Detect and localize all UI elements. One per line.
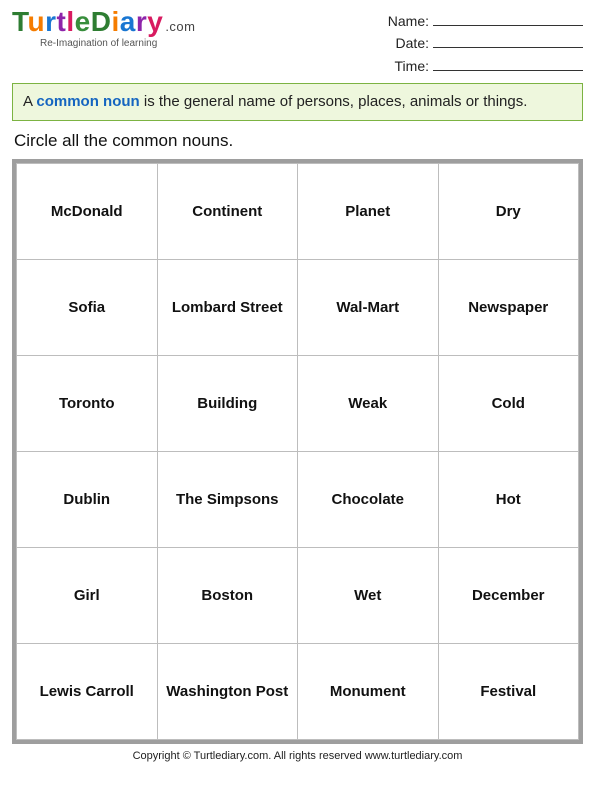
grid-cell[interactable]: Wal-Mart: [298, 260, 439, 356]
logo-block: TurtleDiary.com Re-Imagination of learni…: [12, 8, 388, 49]
definition-rest: is the general name of persons, places, …: [140, 93, 528, 110]
grid-row: Toronto Building Weak Cold: [17, 356, 579, 452]
name-field: Name:: [388, 10, 583, 32]
grid-cell[interactable]: Cold: [438, 356, 579, 452]
grid-cell[interactable]: Newspaper: [438, 260, 579, 356]
grid-row: Dublin The Simpsons Chocolate Hot: [17, 452, 579, 548]
name-label: Name:: [388, 13, 429, 29]
time-field: Time:: [388, 55, 583, 77]
grid-row: McDonald Continent Planet Dry: [17, 164, 579, 260]
grid-cell[interactable]: Hot: [438, 452, 579, 548]
grid-cell[interactable]: Chocolate: [298, 452, 439, 548]
definition-keyword: common noun: [36, 93, 139, 110]
grid-cell[interactable]: December: [438, 548, 579, 644]
word-grid: McDonald Continent Planet Dry Sofia Lomb…: [16, 163, 579, 740]
grid-cell[interactable]: McDonald: [17, 164, 158, 260]
time-label: Time:: [395, 58, 429, 74]
footer: Copyright © Turtlediary.com. All rights …: [12, 750, 583, 762]
grid-cell[interactable]: Building: [157, 356, 298, 452]
grid-cell[interactable]: Weak: [298, 356, 439, 452]
grid-cell[interactable]: Festival: [438, 644, 579, 740]
grid-cell[interactable]: Toronto: [17, 356, 158, 452]
meta-fields: Name: Date: Time:: [388, 8, 583, 77]
grid-cell[interactable]: Continent: [157, 164, 298, 260]
grid-cell[interactable]: Planet: [298, 164, 439, 260]
grid-cell[interactable]: Washington Post: [157, 644, 298, 740]
logo-suffix: .com: [165, 19, 195, 34]
grid-row: Lewis Carroll Washington Post Monument F…: [17, 644, 579, 740]
word-grid-container: McDonald Continent Planet Dry Sofia Lomb…: [12, 159, 583, 744]
grid-cell[interactable]: Dry: [438, 164, 579, 260]
instruction: Circle all the common nouns.: [14, 131, 581, 151]
grid-cell[interactable]: Monument: [298, 644, 439, 740]
definition-prefix: A: [23, 93, 36, 110]
grid-cell[interactable]: The Simpsons: [157, 452, 298, 548]
grid-row: Girl Boston Wet December: [17, 548, 579, 644]
logo-tagline: Re-Imagination of learning: [40, 38, 388, 49]
definition-box: A common noun is the general name of per…: [12, 83, 583, 121]
name-blank[interactable]: [433, 14, 583, 26]
grid-cell[interactable]: Dublin: [17, 452, 158, 548]
grid-cell[interactable]: Girl: [17, 548, 158, 644]
grid-cell[interactable]: Boston: [157, 548, 298, 644]
date-blank[interactable]: [433, 36, 583, 48]
grid-cell[interactable]: Wet: [298, 548, 439, 644]
grid-row: Sofia Lombard Street Wal-Mart Newspaper: [17, 260, 579, 356]
grid-cell[interactable]: Lombard Street: [157, 260, 298, 356]
header: TurtleDiary.com Re-Imagination of learni…: [12, 8, 583, 77]
date-field: Date:: [388, 32, 583, 54]
time-blank[interactable]: [433, 59, 583, 71]
date-label: Date:: [396, 35, 429, 51]
grid-cell[interactable]: Lewis Carroll: [17, 644, 158, 740]
logo: TurtleDiary.com: [12, 8, 388, 36]
grid-cell[interactable]: Sofia: [17, 260, 158, 356]
worksheet-page: TurtleDiary.com Re-Imagination of learni…: [0, 0, 595, 768]
